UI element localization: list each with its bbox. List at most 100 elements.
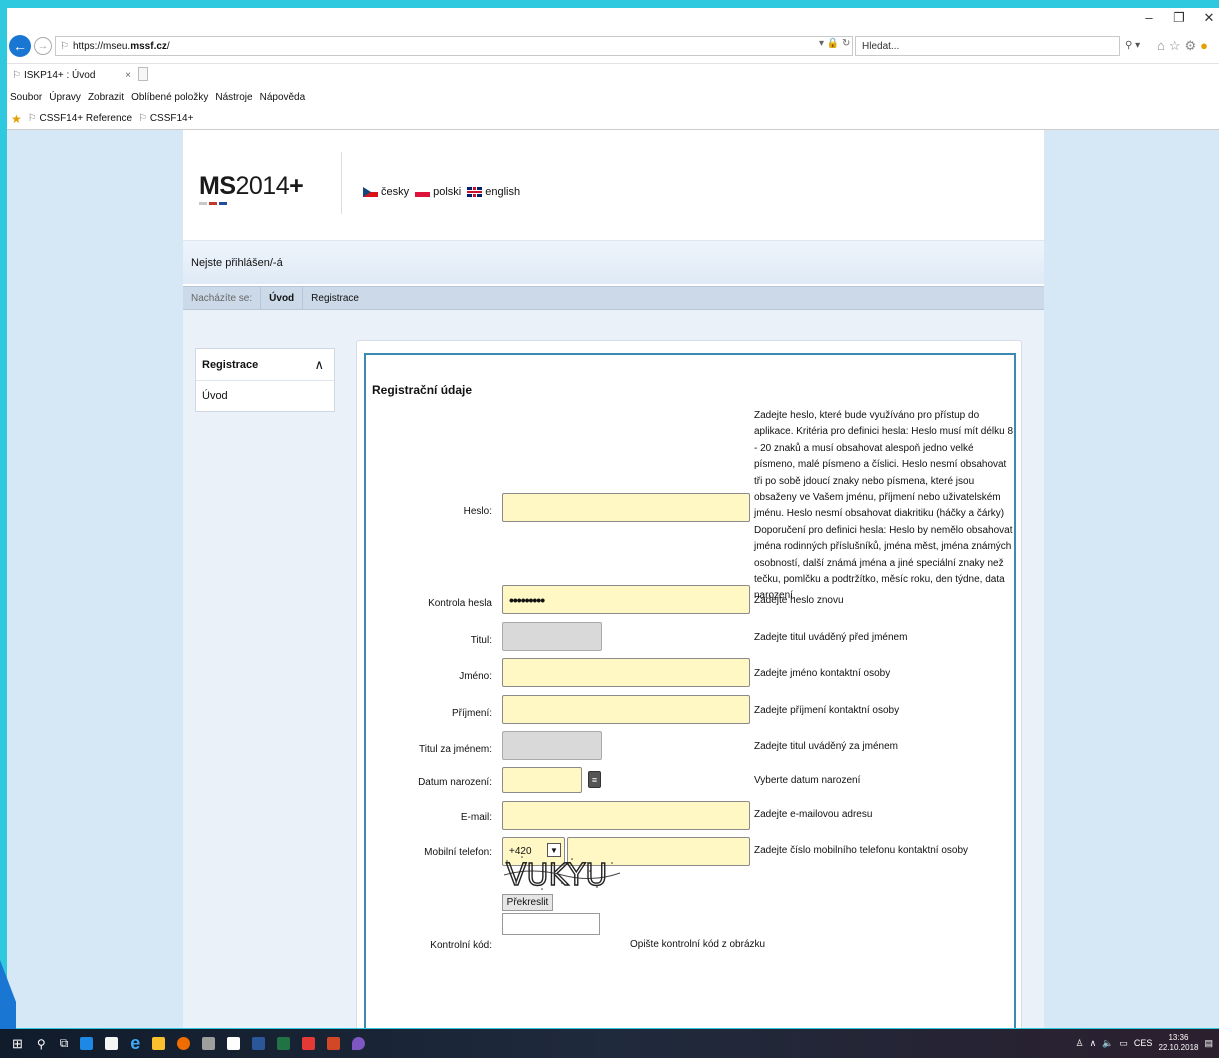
document-icon[interactable]: [227, 1037, 241, 1050]
menu-item-edit[interactable]: Úpravy: [49, 92, 81, 103]
dob-input[interactable]: [502, 767, 582, 793]
restore-icon[interactable]: ❐: [1171, 10, 1187, 26]
lang-czech[interactable]: česky: [363, 186, 409, 198]
chevron-up-icon[interactable]: ∧: [314, 357, 324, 373]
firstname-input[interactable]: [502, 658, 750, 687]
task-view-icon[interactable]: ⧉: [60, 1036, 69, 1051]
tab-row: ⚐ ISKP14+ : Úvod ×: [7, 64, 1219, 86]
title-before-select[interactable]: [502, 622, 602, 651]
firefox-icon[interactable]: [177, 1037, 191, 1050]
excel-icon[interactable]: [277, 1037, 291, 1050]
tab-favicon: ⚐: [12, 69, 21, 81]
search-icon[interactable]: ⚲: [37, 1037, 46, 1051]
polish-flag-icon: [415, 187, 431, 197]
lang-english[interactable]: english: [467, 186, 520, 198]
favorites-star-icon[interactable]: ☆: [1169, 38, 1181, 54]
email-input[interactable]: [502, 801, 750, 830]
store-icon[interactable]: [105, 1037, 119, 1050]
login-status-text: Nejste přihlášen/-á: [191, 256, 283, 269]
powerpoint-icon[interactable]: [327, 1037, 341, 1050]
word-icon[interactable]: [252, 1037, 266, 1050]
input-language[interactable]: CES: [1134, 1038, 1153, 1048]
lang-label: polski: [433, 186, 462, 198]
title-after-select[interactable]: [502, 731, 602, 760]
refresh-icon[interactable]: ↻: [842, 38, 850, 49]
sidebar-header[interactable]: Registrace ∧: [196, 349, 334, 381]
favorite-link-cssf[interactable]: ⚐ CSSF14+: [138, 113, 193, 124]
favorite-link-reference[interactable]: ⚐ CSSF14+ Reference: [28, 113, 132, 124]
network-icon[interactable]: ▭: [1119, 1038, 1128, 1049]
browser-tab[interactable]: ⚐ ISKP14+ : Úvod ×: [10, 66, 135, 84]
lock-icon[interactable]: 🔒: [827, 38, 839, 49]
lastname-input[interactable]: [502, 695, 750, 724]
dropdown-icon[interactable]: ▾: [819, 38, 824, 49]
address-bar[interactable]: ⚐ https://mseu. mssf.cz /: [55, 36, 853, 56]
form-panel: Registrační údaje Heslo: Zadejte heslo, …: [356, 340, 1022, 1028]
address-row: ← → ⚐ https://mseu. mssf.cz / ▾ 🔒 ↻ Hledat…: [7, 30, 1219, 64]
system-tray: ♙ ∧ 🔈 ▭ CES 13:36 22.10.2018 ▤: [1076, 1033, 1213, 1053]
menu-item-file[interactable]: Soubor: [10, 92, 42, 103]
calendar-icon[interactable]: ≡: [588, 771, 601, 788]
maps-icon[interactable]: [352, 1037, 366, 1050]
volume-icon[interactable]: 🔈: [1102, 1038, 1113, 1049]
sidebar-item-label: Úvod: [202, 390, 228, 402]
browser-window: – ❐ ✕ ← → ⚐ https://mseu. mssf.cz / ▾ 🔒 ↻ …: [7, 8, 1219, 1028]
menu-item-view[interactable]: Zobrazit: [88, 92, 124, 103]
password-confirm-input[interactable]: •••••••••: [502, 585, 750, 614]
firstname-hint: Zadejte jméno kontaktní osoby: [754, 668, 891, 679]
captcha-image: VUKYU: [502, 853, 622, 894]
smiley-icon[interactable]: ●: [1200, 38, 1208, 54]
clock[interactable]: 13:36 22.10.2018: [1158, 1033, 1198, 1053]
minimize-icon[interactable]: –: [1141, 10, 1157, 26]
chevron-up-icon[interactable]: ∧: [1090, 1038, 1097, 1049]
explorer-icon[interactable]: [152, 1037, 166, 1050]
search-icon[interactable]: ⚲ ▾: [1125, 40, 1140, 51]
favorite-label: CSSF14+: [149, 113, 194, 124]
password-label: Heslo:: [463, 506, 492, 517]
main-content: Registrace ∧ Úvod Registrační údaje Hesl…: [183, 310, 1044, 1028]
acrobat-icon[interactable]: [302, 1037, 316, 1050]
taskbar: ⊞ ⚲ ⧉ e ♙ ∧ 🔈 ▭ CES 13:36 22.10.2018 ▤: [0, 1029, 1219, 1058]
phone-label: Mobilní telefon:: [424, 847, 492, 858]
header-divider: [341, 152, 342, 214]
logo[interactable]: MS2014+: [199, 172, 304, 201]
search-input[interactable]: Hledat...: [855, 36, 1120, 56]
email-hint: Zadejte e-mailovou adresu: [754, 809, 873, 820]
people-icon[interactable]: ♙: [1076, 1038, 1084, 1049]
registration-form: Registrační údaje Heslo: Zadejte heslo, …: [364, 353, 1016, 1028]
close-icon[interactable]: ✕: [1201, 10, 1217, 26]
password-hint: Zadejte heslo, které bude využíváno pro …: [754, 410, 1014, 602]
windows-start-icon[interactable]: ⊞: [12, 1036, 23, 1052]
back-button[interactable]: ←: [9, 35, 31, 57]
language-switcher: česky polski english: [363, 186, 520, 198]
gear-icon[interactable]: ⚙: [1185, 38, 1197, 54]
new-tab-button[interactable]: [138, 67, 148, 81]
breadcrumb-label: Nacházíte se:: [191, 292, 253, 304]
favorites-star-icon[interactable]: ★: [11, 112, 22, 126]
sidebar-item-home[interactable]: Úvod: [196, 381, 334, 411]
breadcrumb-item-home[interactable]: Úvod: [269, 293, 294, 304]
home-icon[interactable]: ⌂: [1157, 38, 1165, 54]
password-confirm-label: Kontrola hesla: [428, 598, 492, 609]
lastname-label: Příjmení:: [451, 708, 492, 719]
menu-item-help[interactable]: Nápověda: [260, 92, 306, 103]
captcha-code-input[interactable]: [502, 913, 600, 935]
favorite-site-icon: ⚐: [138, 113, 148, 124]
clock-date: 22.10.2018: [1158, 1043, 1199, 1052]
notification-icon[interactable]: ▤: [1204, 1038, 1213, 1049]
pen-app-icon[interactable]: [202, 1037, 216, 1050]
logo-bar: [199, 202, 227, 205]
forward-button[interactable]: →: [34, 37, 52, 55]
password-input[interactable]: [502, 493, 750, 522]
menu-item-favorites[interactable]: Oblíbené položky: [131, 92, 208, 103]
menu-item-tools[interactable]: Nástroje: [215, 92, 252, 103]
lang-polish[interactable]: polski: [415, 186, 461, 198]
redraw-captcha-button[interactable]: Překreslit: [502, 894, 553, 911]
tab-close-icon[interactable]: ×: [125, 70, 131, 81]
sidebar-title: Registrace: [202, 358, 259, 371]
captcha-code-hint: Opište kontrolní kód z obrázku: [630, 939, 766, 950]
lang-label: česky: [381, 186, 410, 198]
ie-icon[interactable]: e: [130, 1033, 140, 1054]
app-icon-outlook[interactable]: [80, 1037, 94, 1050]
breadcrumb-item-registration[interactable]: Registrace: [311, 293, 359, 304]
